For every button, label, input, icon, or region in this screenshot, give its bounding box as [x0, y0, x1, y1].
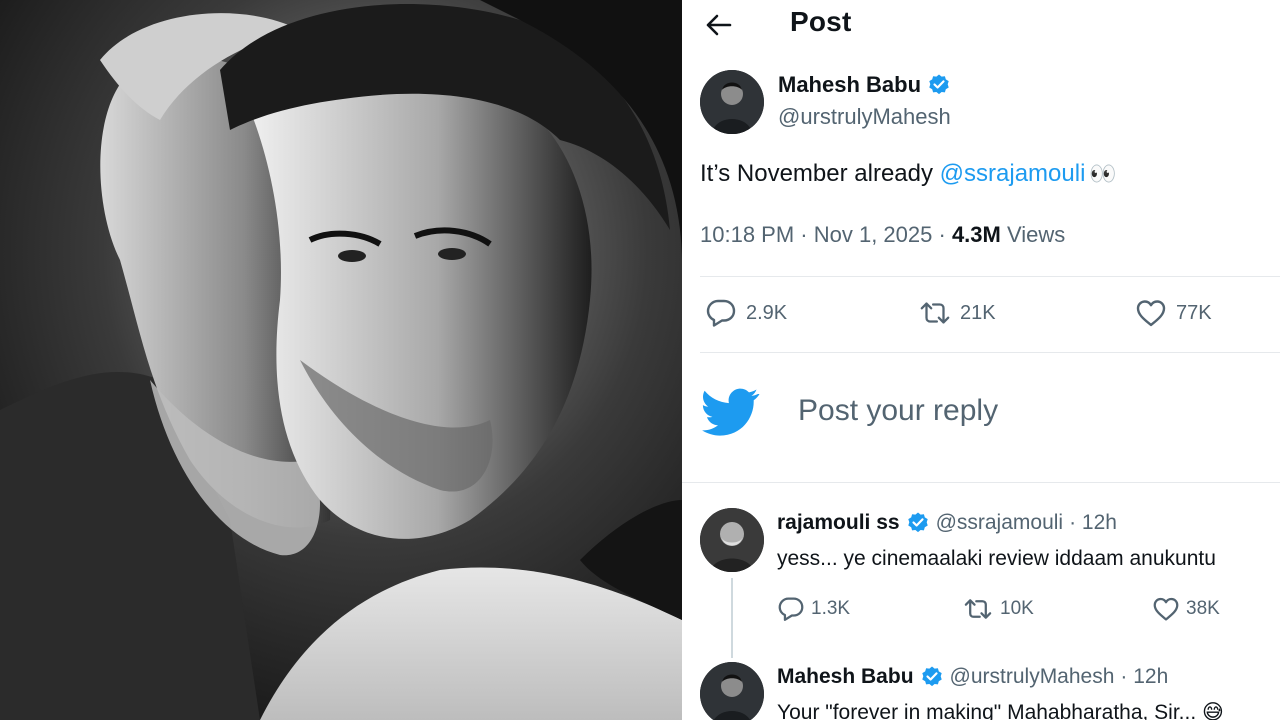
reply-time[interactable]: · 12h: [1120, 665, 1168, 689]
reply-avatar[interactable]: [700, 662, 764, 720]
post-meta: 10:18 PM · Nov 1, 2025 · 4.3M Views: [700, 222, 1065, 248]
meta-separator: ·: [794, 222, 814, 247]
post-media-photo[interactable]: [0, 0, 682, 720]
reply-count: 2.9K: [746, 301, 788, 324]
reply-author-handle[interactable]: @ssrajamouli: [936, 511, 1064, 535]
reply-author-name[interactable]: rajamouli ss: [777, 511, 900, 535]
reply-author-name[interactable]: Mahesh Babu: [777, 665, 914, 689]
author-avatar[interactable]: [700, 70, 764, 134]
reply-header: rajamouli ss @ssrajamouli · 12h: [777, 511, 1117, 535]
reply-composer[interactable]: Post your reply: [700, 380, 1260, 444]
like-button[interactable]: 77K: [1134, 296, 1212, 330]
reply-reply-button[interactable]: 1.3K: [777, 596, 850, 622]
views-label: Views: [1000, 222, 1066, 247]
avatar-photo: [700, 508, 764, 572]
post-detail-panel: Post Mahesh Babu @urstrulyMahesh It’s No…: [682, 0, 1280, 720]
repost-count: 21K: [960, 301, 996, 324]
avatar-photo: [700, 662, 764, 720]
reply-avatar[interactable]: [700, 508, 764, 572]
repost-icon: [964, 599, 992, 619]
thread-connector-line: [731, 578, 733, 658]
avatar-photo: [700, 70, 764, 134]
like-icon: [1134, 296, 1168, 330]
like-count: 77K: [1176, 301, 1212, 324]
post-text-body: It’s November already: [700, 160, 940, 187]
reply-like-count: 38K: [1186, 598, 1220, 619]
author-name[interactable]: Mahesh Babu: [778, 72, 921, 98]
page-title: Post: [790, 6, 852, 37]
divider: [682, 482, 1280, 483]
twitter-bird-icon: [702, 388, 760, 436]
divider: [700, 276, 1280, 277]
author-handle[interactable]: @urstrulyMahesh: [778, 104, 951, 130]
reply-repost-count: 10K: [1000, 598, 1034, 619]
reply-text: Your "forever in making" Mahabharatha, S…: [777, 701, 1224, 720]
eyes-emoji: 👀: [1089, 161, 1117, 186]
reply-repost-button[interactable]: 10K: [962, 596, 1034, 622]
reply-icon: [704, 296, 738, 330]
top-bar: Post: [682, 0, 1280, 50]
back-button[interactable]: [702, 8, 736, 42]
divider: [700, 352, 1280, 353]
author-name-row[interactable]: Mahesh Babu: [778, 72, 951, 98]
post-text: It’s November already @ssrajamouli 👀: [700, 160, 1117, 188]
back-arrow-icon: [706, 14, 732, 36]
post-time[interactable]: 10:18 PM: [700, 222, 794, 247]
verified-badge-icon: [907, 512, 928, 533]
mention-link[interactable]: @ssrajamouli: [940, 160, 1086, 187]
repost-button[interactable]: 21K: [918, 296, 996, 330]
reply-time[interactable]: · 12h: [1069, 511, 1117, 535]
reply-text: yess... ye cinemaalaki review iddaam anu…: [777, 547, 1216, 570]
like-icon: [1153, 597, 1179, 621]
views-count: 4.3M: [951, 222, 1001, 247]
repost-icon: [918, 296, 952, 330]
reply-reply-count: 1.3K: [811, 598, 851, 619]
meta-separator: ·: [932, 222, 952, 247]
reply-button[interactable]: 2.9K: [704, 296, 787, 330]
verified-badge-icon: [929, 74, 949, 95]
verified-badge-icon: [921, 666, 942, 687]
bw-portrait-illustration: [0, 0, 682, 720]
reply-like-button[interactable]: 38K: [1152, 596, 1220, 622]
post-actions: 2.9K 21K 77K: [682, 296, 1280, 336]
post-date[interactable]: Nov 1, 2025: [814, 222, 933, 247]
reply-placeholder[interactable]: Post your reply: [798, 394, 998, 428]
reply-icon: [778, 597, 804, 621]
reply-author-handle[interactable]: @urstrulyMahesh: [950, 665, 1115, 689]
reply-header: Mahesh Babu @urstrulyMahesh · 12h: [777, 665, 1168, 689]
